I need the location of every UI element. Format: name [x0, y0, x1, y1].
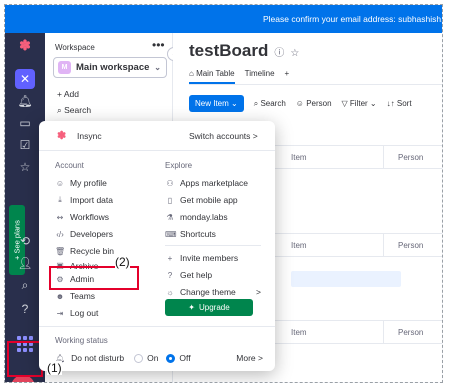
workspace-badge: M — [58, 61, 71, 74]
add-button[interactable]: + Add — [57, 89, 79, 99]
monday-logo-icon[interactable]: ✽ — [5, 35, 45, 55]
mobile-icon: ▯ — [167, 195, 173, 205]
menu-item-my-profile[interactable]: ☺ My profile — [55, 178, 107, 188]
search-icon: ⌕ — [57, 105, 62, 115]
working-status-row: 🔔︎ Do not disturb On Off More > — [55, 353, 263, 363]
workspace-name: Main workspace — [76, 62, 150, 73]
apps-icon: ⚇ — [166, 178, 174, 188]
more-button[interactable]: More > — [236, 353, 263, 363]
workflows-icon: ↭ — [56, 212, 64, 222]
view-tabs: ⌂ Main Table Timeline + — [189, 69, 289, 84]
menu-item-recycle-bin[interactable]: 🗑︎ Recycle bin — [55, 246, 114, 256]
menu-item-get-help[interactable]: ? Get help — [165, 270, 212, 280]
column-item[interactable]: Item — [291, 328, 307, 337]
account-header: Account — [55, 161, 84, 170]
menu-item-developers[interactable]: ‹/› Developers — [55, 229, 113, 239]
sparkle-icon: ✦ — [188, 303, 195, 312]
keyboard-icon: ⌨ — [165, 229, 177, 239]
org-name: Insync — [77, 131, 102, 141]
explore-header: Explore — [165, 161, 193, 170]
admin-highlight-box — [49, 266, 139, 290]
tab-main-table[interactable]: ⌂ Main Table — [189, 69, 235, 84]
do-not-disturb-label: Do not disturb — [71, 353, 125, 363]
annotation-tag-2: (2) — [115, 255, 130, 269]
menu-item-apps-marketplace[interactable]: ⚇ Apps marketplace — [165, 178, 248, 188]
menu-item-log-out[interactable]: ⇥ Log out — [55, 308, 99, 318]
teams-icon: ☻ — [55, 291, 65, 301]
annotation-tag-1: (1) — [47, 361, 62, 375]
off-label: Off — [179, 353, 191, 363]
avatar-highlight-box — [7, 341, 43, 377]
tab-divider — [189, 84, 442, 85]
status-divider — [39, 326, 275, 327]
import-icon: ⤓ — [58, 195, 62, 204]
column-person[interactable]: Person — [398, 153, 423, 162]
board-toolbar: New Item ⌄ ⌕ Search ☺ Person ▽ Filter ⌄ … — [189, 95, 412, 112]
logout-icon: ⇥ — [56, 308, 64, 318]
sort-button[interactable]: ↓↑ Sort — [387, 99, 412, 108]
trash-icon: 🗑︎ — [55, 246, 66, 256]
labs-icon: ⚗ — [166, 212, 174, 222]
column-item[interactable]: Item — [291, 153, 307, 162]
workspace-search-button[interactable]: ⌕ Search — [57, 105, 91, 116]
new-item-button[interactable]: New Item ⌄ — [189, 95, 244, 112]
explore-divider — [165, 245, 261, 246]
column-separator — [383, 234, 384, 256]
column-person[interactable]: Person — [398, 241, 423, 250]
workspace-label: Workspace — [55, 43, 95, 52]
notifications-icon[interactable]: 🔔︎ — [5, 91, 45, 111]
board-title: testBoard ⓘ ☆ — [189, 41, 300, 60]
dnd-off-radio[interactable] — [166, 353, 176, 363]
profile-icon: ☺ — [55, 178, 65, 188]
column-person[interactable]: Person — [398, 328, 423, 337]
person-filter-button[interactable]: ☺ Person — [296, 99, 332, 108]
switch-accounts-button[interactable]: Switch accounts > — [189, 131, 258, 141]
star-icon[interactable]: ☆ — [290, 48, 299, 59]
menu-item-workflows[interactable]: ↭ Workflows — [55, 212, 109, 222]
menu-item-monday-labs[interactable]: ⚗ monday.labs — [165, 212, 227, 222]
faint-row — [291, 271, 401, 287]
menu-item-get-mobile-app[interactable]: ▯ Get mobile app — [165, 195, 238, 205]
column-separator — [383, 321, 384, 343]
column-separator — [383, 146, 384, 168]
plus-icon: + — [167, 253, 173, 263]
dnd-on-radio[interactable] — [134, 353, 144, 363]
theme-icon: ☼ — [166, 287, 174, 297]
menu-item-change-theme[interactable]: ☼ Change theme > — [165, 287, 261, 297]
menu-item-invite-members[interactable]: + Invite members — [165, 253, 238, 263]
chevron-down-icon: ⌄ — [154, 63, 161, 72]
tab-timeline[interactable]: Timeline — [245, 69, 275, 84]
code-icon: ‹/› — [56, 229, 64, 239]
popup-header: ✽ Insync Switch accounts > — [39, 121, 275, 151]
workspace-switcher-icon[interactable]: ✕ — [5, 69, 45, 89]
menu-item-import-data[interactable]: ⤓ Import data — [55, 195, 113, 205]
banner-text: Please confirm your email address: subha… — [263, 14, 442, 24]
filter-button[interactable]: ▽ Filter ⌄ — [342, 99, 377, 108]
info-icon[interactable]: ⓘ — [274, 48, 284, 59]
menu-item-teams[interactable]: ☻ Teams — [55, 291, 95, 301]
help-icon: ? — [167, 270, 173, 280]
upgrade-button[interactable]: ✦ Upgrade — [165, 299, 253, 316]
monday-logo-icon: ✽ — [57, 130, 67, 142]
add-view-button[interactable]: + — [285, 69, 290, 84]
chevron-right-icon: > — [256, 287, 261, 297]
workspace-select[interactable]: M Main workspace ⌄ — [53, 57, 167, 78]
workspace-options-icon[interactable]: ••• — [152, 38, 165, 52]
menu-item-shortcuts[interactable]: ⌨ Shortcuts — [165, 229, 216, 239]
column-item[interactable]: Item — [291, 241, 307, 250]
working-status-header: Working status — [55, 336, 108, 345]
on-label: On — [147, 353, 159, 363]
email-confirm-banner[interactable]: Please confirm your email address: subha… — [5, 5, 442, 33]
app-window: Please confirm your email address: subha… — [4, 4, 443, 383]
account-menu-popup: ✽ Insync Switch accounts > Account Explo… — [39, 121, 275, 371]
board-search-button[interactable]: ⌕ Search — [254, 99, 286, 109]
